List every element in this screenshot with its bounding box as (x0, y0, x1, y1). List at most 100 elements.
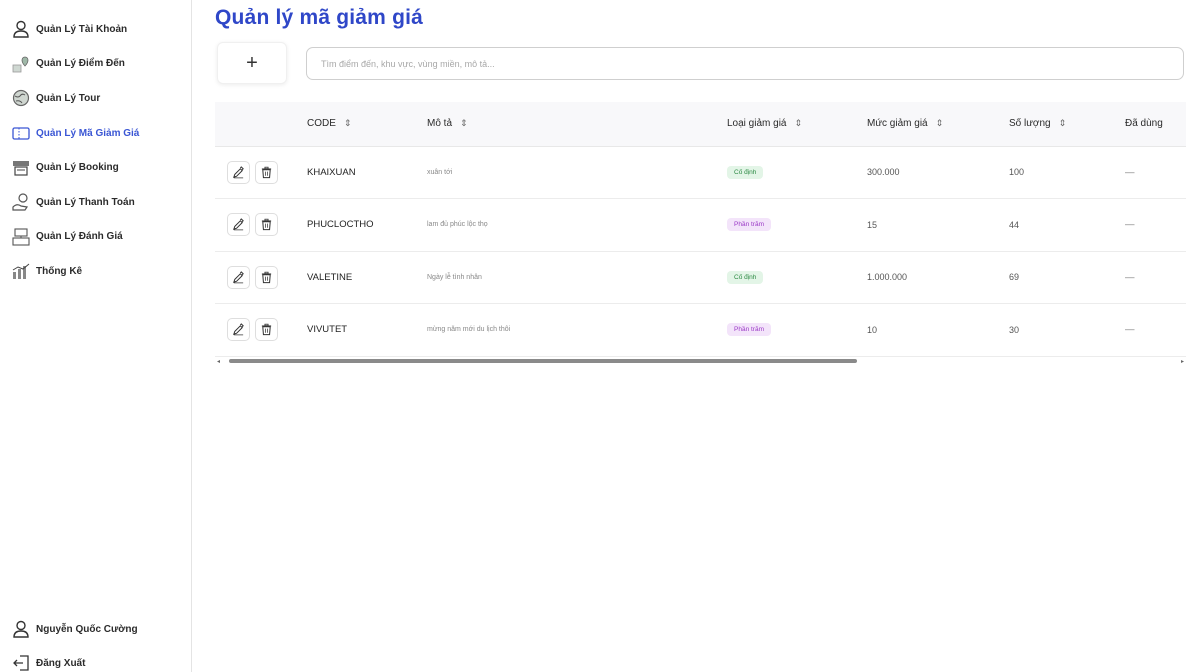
cell-discount-amount: 300.000 (855, 146, 997, 199)
horizontal-scrollbar[interactable]: ◂ ▸ (215, 356, 1186, 366)
header-label: Số lượng (1009, 118, 1051, 130)
edit-icon (233, 270, 244, 284)
header-discount-type[interactable]: Loại giảm giá ⇕ (715, 102, 855, 147)
cell-description: Ngày lễ tình nhân (415, 251, 715, 304)
header-label: CODE (307, 118, 336, 130)
cell-code: KHAIXUAN (295, 146, 415, 199)
delete-button[interactable] (255, 213, 278, 237)
header-discount-amount[interactable]: Mức giảm giá ⇕ (855, 102, 997, 147)
trash-icon (261, 271, 272, 283)
cell-used: — (1113, 303, 1186, 357)
table-row: KHAIXUAN xuân tới Cố định 300.000 100 — (215, 146, 1186, 199)
sidebar-item-reviews[interactable]: Quản Lý Đánh Giá (10, 220, 188, 255)
cell-code: PHUCLOCTHO (295, 198, 415, 252)
trash-icon (261, 219, 272, 231)
discount-table-container: CODE ⇕ Mô tả ⇕ Loại giảm giá ⇕ Mức giảm giá… (215, 102, 1186, 372)
sidebar-item-label: Quản Lý Đánh Giá (36, 231, 123, 243)
sidebar-nav: Quản Lý Tài Khoản Quản Lý Điểm Đến Quản … (10, 12, 188, 289)
cell-used: — (1113, 198, 1186, 252)
header-label: Loại giảm giá (727, 118, 787, 130)
logout-button[interactable]: Đăng Xuất (10, 646, 188, 672)
user-name: Nguyễn Quốc Cường (36, 623, 138, 635)
sort-icon[interactable]: ⇕ (1059, 118, 1067, 129)
sort-icon[interactable]: ⇕ (344, 118, 352, 129)
discount-type-badge: Phần trăm (727, 323, 771, 337)
header-actions (215, 102, 295, 147)
sidebar-user-area: Nguyễn Quốc Cường Đăng Xuất (10, 612, 188, 672)
row-actions (215, 251, 295, 304)
cell-discount-type: Cố định (715, 146, 855, 199)
edit-icon (233, 165, 244, 179)
cell-description: lam đủ phúc lộc thọ (415, 198, 715, 252)
sidebar-item-discount-codes[interactable]: Quản Lý Mã Giảm Giá (10, 116, 188, 151)
sidebar-item-label: Quản Lý Tour (36, 92, 101, 104)
sidebar-item-payments[interactable]: Quản Lý Thanh Toán (10, 185, 188, 220)
sidebar-item-statistics[interactable]: Thống Kê (10, 254, 188, 289)
delete-button[interactable] (255, 265, 278, 289)
sidebar-item-label: Quản Lý Booking (36, 162, 119, 174)
trash-icon (261, 324, 272, 336)
sidebar-item-booking[interactable]: Quản Lý Booking (10, 150, 188, 185)
table-row: VIVUTET mừng năm mới du lịch thôi Phần t… (215, 303, 1186, 357)
discount-type-badge: Cố định (727, 165, 764, 179)
header-code[interactable]: CODE ⇕ (295, 102, 415, 147)
row-actions (215, 198, 295, 252)
header-label: Mức giảm giá (867, 118, 928, 130)
user-profile[interactable]: Nguyễn Quốc Cường (10, 612, 188, 646)
discount-table: CODE ⇕ Mô tả ⇕ Loại giảm giá ⇕ Mức giảm giá… (215, 102, 1186, 357)
sidebar-item-label: Quản Lý Tài Khoản (36, 23, 128, 35)
globe-icon (10, 87, 32, 109)
cell-discount-type: Cố định (715, 251, 855, 304)
header-quantity[interactable]: Số lượng ⇕ (997, 102, 1113, 147)
table-row: PHUCLOCTHO lam đủ phúc lộc thọ Phần trăm… (215, 198, 1186, 252)
scroll-right-arrow-icon[interactable]: ▸ (1181, 358, 1184, 365)
cell-discount-type: Phần trăm (715, 303, 855, 357)
row-actions (215, 146, 295, 199)
sidebar-item-label: Quản Lý Mã Giảm Giá (36, 127, 140, 139)
add-discount-button[interactable]: + (217, 42, 287, 84)
edit-icon (233, 218, 244, 231)
sidebar-item-label: Thống Kê (36, 265, 83, 277)
sidebar-item-label: Quản Lý Thanh Toán (36, 196, 135, 208)
header-description[interactable]: Mô tả ⇕ (415, 102, 715, 147)
user-icon (10, 18, 32, 40)
edit-button[interactable] (227, 160, 250, 184)
header-used[interactable]: Đã dùng (1113, 102, 1186, 147)
cell-discount-amount: 15 (855, 198, 997, 252)
sidebar-item-destinations[interactable]: Quản Lý Điểm Đến (10, 47, 188, 82)
logout-label: Đăng Xuất (36, 657, 86, 669)
edit-icon (233, 323, 244, 336)
search-input[interactable] (306, 47, 1184, 80)
cell-description: xuân tới (415, 146, 715, 199)
discount-type-badge: Cố định (727, 270, 764, 284)
logout-icon (10, 652, 32, 672)
sidebar-item-accounts[interactable]: Quản Lý Tài Khoản (10, 12, 188, 47)
scrollbar-thumb[interactable] (229, 359, 857, 363)
edit-button[interactable] (227, 318, 250, 342)
sidebar-item-label: Quản Lý Điểm Đến (36, 58, 125, 70)
scroll-left-arrow-icon[interactable]: ◂ (217, 358, 220, 365)
sidebar: Quản Lý Tài Khoản Quản Lý Điểm Đến Quản … (0, 0, 192, 672)
cell-description: mừng năm mới du lịch thôi (415, 303, 715, 357)
sort-icon[interactable]: ⇕ (460, 118, 468, 129)
sidebar-item-tours[interactable]: Quản Lý Tour (10, 81, 188, 116)
trash-icon (261, 166, 272, 178)
chart-icon (10, 260, 32, 282)
edit-button[interactable] (227, 265, 250, 289)
cell-code: VALETINE (295, 251, 415, 304)
delete-button[interactable] (255, 318, 278, 342)
delete-button[interactable] (255, 160, 278, 184)
sort-icon[interactable]: ⇕ (936, 118, 944, 129)
edit-button[interactable] (227, 213, 250, 237)
booking-icon (10, 157, 32, 179)
table-header-row: CODE ⇕ Mô tả ⇕ Loại giảm giá ⇕ Mức giảm giá… (215, 102, 1186, 147)
discount-type-badge: Phần trăm (727, 218, 771, 232)
user-icon (10, 618, 32, 640)
review-icon (10, 226, 32, 248)
cell-quantity: 100 (997, 146, 1113, 199)
sort-icon[interactable]: ⇕ (794, 118, 802, 129)
cell-discount-type: Phần trăm (715, 198, 855, 252)
cell-quantity: 44 (997, 198, 1113, 252)
cell-quantity: 69 (997, 251, 1113, 304)
location-icon (10, 53, 32, 75)
